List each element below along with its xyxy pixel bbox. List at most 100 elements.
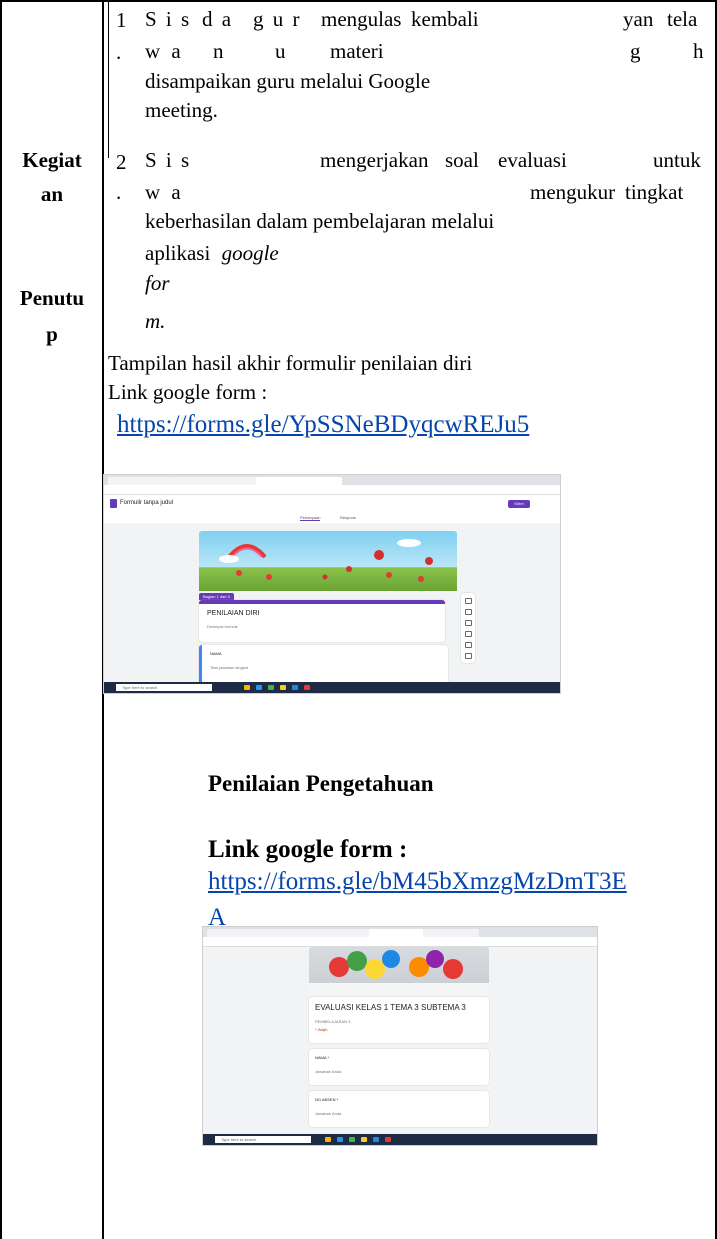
section1-caption: Tampilan hasil akhir formulir penilaian … (108, 351, 473, 375)
word: mengulas (321, 7, 402, 31)
word: tingkat (625, 180, 684, 204)
browser-tab (261, 929, 317, 937)
section1-link-label: Link google form : (108, 380, 268, 404)
form-header-banner (199, 531, 457, 591)
send-button[interactable]: Kirim (508, 500, 530, 508)
row-label-line4: p (46, 322, 58, 346)
card-description: Deskripsi formulir (207, 624, 238, 629)
tab-questions[interactable]: Pertanyaan (300, 515, 321, 521)
question-hint[interactable]: Jawaban Anda (315, 1111, 341, 1116)
screenshot-form-builder: Formulir tanpa judul Kirim Pertanyaan Re… (103, 474, 561, 694)
taskbar-app-icon[interactable] (349, 1137, 355, 1142)
item-2-number: 2 (116, 150, 127, 174)
taskbar-app-icon[interactable] (256, 685, 262, 690)
item-2-dot: . (116, 180, 122, 204)
form-side-toolbar (461, 593, 475, 663)
item-1-dot: . (116, 40, 122, 64)
taskbar-app-icon[interactable] (361, 1137, 367, 1142)
taskbar-app-icon[interactable] (325, 1137, 331, 1142)
question-card: NAMA Teks jawaban singkat (199, 645, 448, 685)
item-1-line3: disampaikan guru melalui Google (145, 69, 431, 93)
image-icon[interactable] (464, 631, 472, 637)
item-2-line4: aplikasi google (145, 240, 279, 267)
word: g (630, 39, 641, 63)
question-label: NAMA (210, 651, 222, 656)
word: evaluasi (498, 148, 567, 172)
word: untuk (653, 148, 701, 172)
item-2-line6: m. (145, 309, 166, 333)
form-title-card: EVALUASI KELAS 1 TEMA 3 SUBTEMA 3 PEMBEL… (309, 997, 489, 1043)
browser-tab-strip (104, 475, 560, 485)
balloons-illustration (309, 950, 489, 995)
form-title-card: PENILAIAN DIRI Deskripsi formulir (199, 600, 445, 642)
table-divider-number (108, 0, 109, 158)
section2-link-label: Link google form : (208, 836, 408, 863)
browser-tab (172, 477, 258, 485)
taskbar-app-icon[interactable] (292, 685, 298, 690)
taskbar-app-icon[interactable] (385, 1137, 391, 1142)
form-subtitle: PEMBELAJARAN 3 (315, 1019, 351, 1024)
question-card: NAMA * Jawaban Anda (309, 1049, 489, 1085)
video-icon[interactable] (464, 642, 472, 648)
section-icon[interactable] (464, 653, 472, 659)
taskbar-app-icon[interactable] (280, 685, 286, 690)
windows-taskbar: Type here to search (203, 1134, 597, 1145)
word-italic: google (221, 241, 279, 265)
windows-taskbar: Type here to search (104, 682, 560, 693)
title-icon[interactable] (464, 620, 472, 626)
question-label: NAMA * (315, 1055, 330, 1060)
word: h (693, 39, 704, 63)
address-bar (203, 937, 597, 947)
browser-tab (423, 929, 479, 937)
taskbar-app-icon[interactable] (304, 685, 310, 690)
forms-logo-icon (110, 499, 117, 508)
taskbar-app-icon[interactable] (337, 1137, 343, 1142)
item-2-line5: for (145, 271, 170, 295)
taskbar-app-icon[interactable] (244, 685, 250, 690)
tab-responses[interactable]: Respons (340, 515, 356, 520)
item-2-line3: keberhasilan dalam pembelajaran melalui (145, 209, 495, 233)
item-1-number: 1 (116, 8, 127, 32)
word: aplikasi (145, 241, 211, 265)
question-hint[interactable]: Jawaban Anda (315, 1069, 341, 1074)
form-title: Formulir tanpa judul (120, 500, 174, 506)
word: S i s (145, 148, 192, 172)
section-tag: Bagian 1 dari 3 (199, 593, 234, 600)
word: d a (202, 7, 234, 31)
section1-link[interactable]: https://forms.gle/YpSSNeBDyqcwREJu5 (117, 410, 529, 440)
card-title: PENILAIAN DIRI (207, 610, 260, 617)
screenshot-evaluation-form: EVALUASI KELAS 1 TEMA 3 SUBTEMA 3 PEMBEL… (202, 926, 598, 1146)
taskbar-search[interactable]: Type here to search (215, 1136, 311, 1143)
browser-tab (315, 929, 371, 937)
form-header-bar: Formulir tanpa judul Kirim (104, 495, 560, 514)
balloon-banner (309, 947, 489, 995)
address-bar (104, 485, 560, 495)
taskbar-app-icon[interactable] (268, 685, 274, 690)
form-tabs: Pertanyaan Respons (104, 513, 560, 523)
taskbar-app-icon[interactable] (373, 1137, 379, 1142)
add-question-icon[interactable] (464, 598, 472, 604)
word: soal (445, 148, 479, 172)
word: mengukur (530, 180, 616, 204)
section2-link-line1[interactable]: https://forms.gle/bM45bXmzgMzDmT3E (208, 866, 627, 898)
word: kembali (411, 7, 479, 31)
browser-tab-strip (203, 927, 597, 937)
table-border-top (0, 0, 717, 2)
word: n (213, 39, 224, 63)
browser-tab-active (256, 477, 342, 485)
question-card: NO ABSEN * Jawaban Anda (309, 1091, 489, 1127)
word: mengerjakan (320, 148, 429, 172)
question-hint: Teks jawaban singkat (210, 665, 249, 670)
import-icon[interactable] (464, 609, 472, 615)
required-note: * Wajib (315, 1027, 328, 1032)
row-label-line1: Kegiat (22, 148, 82, 172)
taskbar-search[interactable]: Type here to search (116, 684, 212, 691)
word: g u r (253, 7, 302, 31)
row-label-line2: an (40, 182, 64, 206)
form-title: EVALUASI KELAS 1 TEMA 3 SUBTEMA 3 (315, 1003, 466, 1012)
word: materi (330, 39, 384, 63)
browser-tab (207, 929, 263, 937)
question-label: NO ABSEN * (315, 1097, 339, 1102)
browser-tab-active (369, 929, 425, 937)
word: w a (145, 180, 184, 204)
